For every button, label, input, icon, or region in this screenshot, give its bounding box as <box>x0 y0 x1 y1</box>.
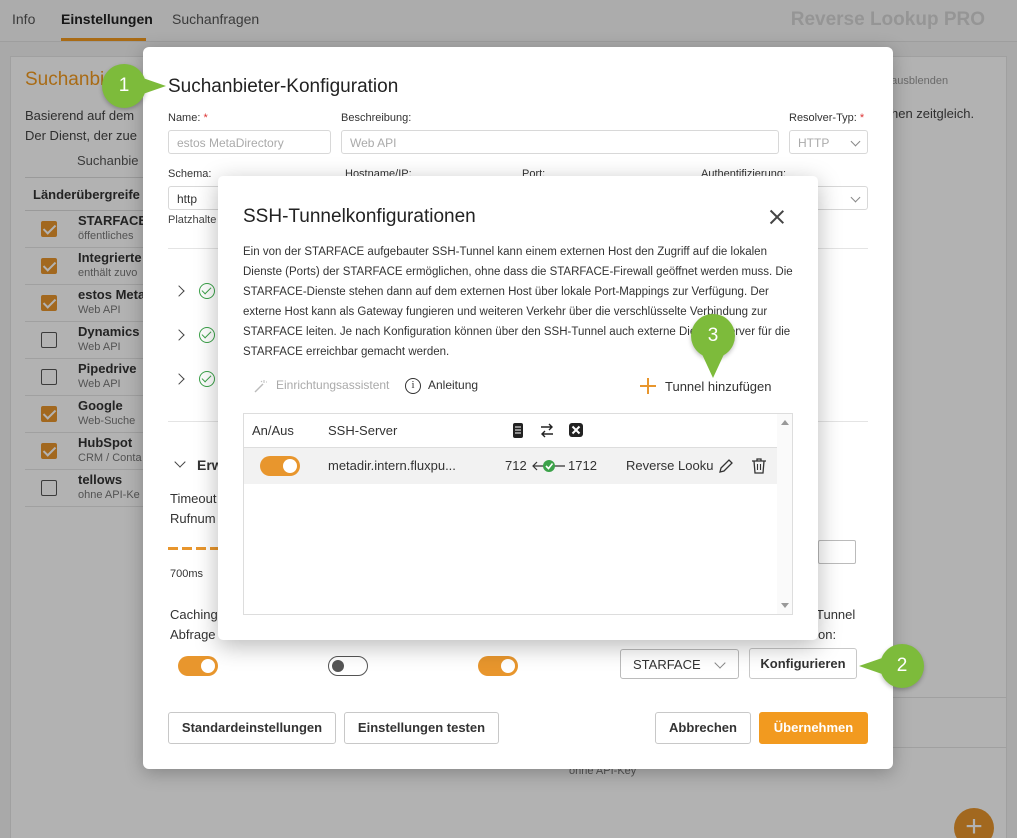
name-label-text: Name: <box>168 112 201 124</box>
tunnel-select[interactable]: STARFACE <box>620 649 739 679</box>
starface-logo-icon <box>569 423 583 437</box>
required-mark: * <box>859 112 865 124</box>
local-port-cell: 1712 <box>568 458 597 473</box>
callout-badge: 2 <box>880 644 924 688</box>
add-tunnel-button[interactable]: Tunnel hinzufügen <box>665 379 772 394</box>
edit-pencil-icon[interactable] <box>718 458 734 474</box>
scroll-up-icon[interactable] <box>781 420 789 425</box>
dialog-title: Suchanbieter-Konfiguration <box>168 76 399 97</box>
check-circle-icon <box>199 371 215 387</box>
port-mapping-arrow-icon <box>532 460 565 472</box>
description-input[interactable]: Web API <box>341 130 779 154</box>
tunnel-label: Tunnel <box>816 607 856 622</box>
query-label: Abfrage <box>170 627 216 642</box>
resolver-type-select[interactable]: HTTP <box>789 130 868 154</box>
cancel-button[interactable]: Abbrechen <box>655 712 751 744</box>
table-scrollbar[interactable] <box>777 414 792 614</box>
slider-value: 700ms <box>170 568 204 580</box>
check-circle-icon <box>199 327 215 343</box>
placeholder-label: Platzhalte <box>168 214 217 226</box>
tunnel-name-cell: Reverse Looku <box>626 458 714 473</box>
scroll-down-icon[interactable] <box>781 603 789 608</box>
table-row[interactable]: metadir.intern.fluxpu... 712 1712 Revers… <box>244 448 777 484</box>
name-label: Name: * <box>168 112 208 124</box>
defaults-button[interactable]: Standardeinstellungen <box>168 712 336 744</box>
chevron-down-icon <box>850 136 861 147</box>
callout-pointer <box>859 657 885 675</box>
chevron-right-icon <box>173 329 185 341</box>
option-toggle[interactable] <box>328 656 368 676</box>
tunnel-enabled-toggle[interactable] <box>260 456 300 476</box>
tunnel-table: An/Aus SSH-Server metadir.intern.fluxpu.… <box>243 413 793 615</box>
plus-icon[interactable] <box>640 378 656 394</box>
column-header-server: SSH-Server <box>328 423 398 438</box>
expandable-row[interactable] <box>173 282 223 302</box>
setup-wizard-button[interactable]: Einrichtungsassistent <box>276 378 389 392</box>
chevron-down-icon[interactable] <box>174 456 186 468</box>
chevron-down-icon <box>714 657 726 669</box>
timeout-slider[interactable] <box>168 547 218 550</box>
caching-toggle[interactable] <box>178 656 218 676</box>
chevron-right-icon <box>173 285 185 297</box>
expandable-row[interactable] <box>173 370 223 390</box>
option-toggle[interactable] <box>478 656 518 676</box>
chevron-right-icon <box>173 373 185 385</box>
callout-pointer <box>701 352 725 378</box>
ssh-tunnel-dialog: SSH-Tunnelkonfigurationen Ein von der ST… <box>218 176 818 640</box>
ssh-server-cell: metadir.intern.fluxpu... <box>328 458 456 473</box>
number-label: Rufnum <box>170 511 216 526</box>
apply-button[interactable]: Übernehmen <box>759 712 868 744</box>
check-circle-icon <box>199 283 215 299</box>
expandable-row[interactable] <box>173 326 223 346</box>
number-input[interactable] <box>818 540 856 564</box>
column-header-on-off: An/Aus <box>252 423 294 438</box>
schema-label: Schema: <box>168 168 212 180</box>
timeout-label: Timeout <box>170 491 217 506</box>
guide-link[interactable]: Anleitung <box>428 378 478 392</box>
description-label: Beschreibung: <box>341 112 412 124</box>
required-mark: * <box>203 112 208 124</box>
table-header: An/Aus SSH-Server <box>244 414 777 448</box>
test-settings-button[interactable]: Einstellungen testen <box>344 712 499 744</box>
tunnel-select-value: STARFACE <box>633 657 701 672</box>
remote-port-cell: 712 <box>505 458 527 473</box>
callout-pointer <box>140 77 166 95</box>
resolver-label: Resolver-Typ: * <box>789 112 864 124</box>
server-icon <box>513 423 523 438</box>
close-icon[interactable] <box>768 208 786 226</box>
trash-icon[interactable] <box>751 457 767 474</box>
resolver-value: HTTP <box>798 136 830 150</box>
info-icon: i <box>405 378 421 394</box>
magic-wand-icon <box>254 380 267 393</box>
configure-button[interactable]: Konfigurieren <box>749 648 857 679</box>
chevron-down-icon <box>850 192 861 203</box>
caching-label: Caching <box>170 607 218 622</box>
dialog-title: SSH-Tunnelkonfigurationen <box>243 206 476 227</box>
exchange-arrows-icon <box>541 423 553 438</box>
tunnel-label-suffix: on: <box>818 627 837 642</box>
resolver-label-text: Resolver-Typ: <box>789 112 857 124</box>
name-input[interactable]: estos MetaDirectory <box>168 130 331 154</box>
